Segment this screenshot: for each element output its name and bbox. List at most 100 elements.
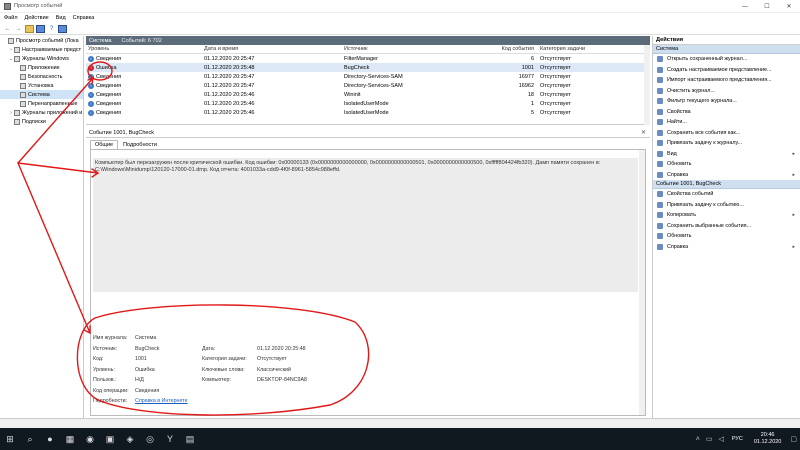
event-id-cell: 5 (530, 109, 534, 116)
action-label: Очистить журнал... (667, 87, 715, 94)
action-item[interactable]: Импорт настраиваемого представления... (653, 75, 800, 86)
table-row[interactable]: ! Ошибка 01.12.2020 20:25:48 BugCheck 1001 От… (86, 63, 650, 72)
column-task-category[interactable]: Категория задачи (538, 46, 638, 52)
search-icon[interactable]: ⌕ (20, 428, 40, 450)
task-view-icon[interactable]: ▦ (60, 428, 80, 450)
action-item[interactable]: Найти... (653, 117, 800, 128)
tree-item[interactable]: Установка (0, 81, 83, 90)
datetime-cell: 01.12.2020 20:25:47 (204, 73, 255, 80)
category-cell: Отсутствует (540, 82, 571, 89)
category-cell: Отсутствует (540, 55, 571, 62)
action-item[interactable]: Свойства (653, 107, 800, 118)
column-datetime[interactable]: Дата и время (202, 46, 342, 52)
close-detail-button[interactable]: ✕ (641, 129, 646, 136)
actions-section-system[interactable]: Система (653, 45, 800, 54)
tree-item-label: Подписки (22, 118, 46, 125)
detail-scrollbar[interactable] (639, 150, 645, 415)
table-row[interactable]: i Сведения 01.12.2020 20:25:46 IsolatedUser… (86, 99, 650, 108)
tree-item-label: Просмотр событий (Лока (16, 37, 79, 44)
action-item[interactable]: Открыть сохраненный журнал... (653, 54, 800, 65)
action-item[interactable]: Привязать задачу к журналу... (653, 138, 800, 149)
action-item[interactable]: Очистить журнал... (653, 86, 800, 97)
action-item[interactable]: Обновить (653, 159, 800, 170)
online-help-link[interactable]: Справка в Интернете (135, 398, 225, 404)
notifications-icon[interactable]: ▢ (790, 435, 797, 443)
info-icon: i (88, 55, 94, 62)
action-label: Найти... (667, 119, 687, 126)
table-row[interactable]: i Сведения 01.12.2020 20:25:47 Directory-Se… (86, 72, 650, 81)
opera-icon[interactable]: ◎ (140, 428, 160, 450)
store-icon[interactable]: ◈ (120, 428, 140, 450)
tree-item[interactable]: Просмотр событий (Лока (0, 36, 83, 45)
clock[interactable]: 20:46 01.12.2020 (754, 432, 782, 446)
tree-item[interactable]: › Настраиваемые предст (0, 45, 83, 54)
column-event-id[interactable]: Код события (458, 46, 538, 52)
tree-item[interactable]: › Журналы приложений и (0, 108, 83, 117)
forward-arrow-icon[interactable]: → (14, 25, 23, 33)
event-viewer-taskbar-icon[interactable]: ▤ (180, 428, 200, 450)
chevron-up-icon[interactable]: ˄ (696, 436, 700, 443)
event-detail-header: Событие 1001, BugCheck ✕ (86, 129, 650, 138)
actions-section-event[interactable]: Событие 1001, BugCheck (653, 180, 800, 189)
tab-general[interactable]: Общие (90, 140, 119, 149)
yandex-browser-icon[interactable]: Y (160, 428, 180, 450)
source-cell: IsolatedUserMode (344, 109, 389, 116)
maximize-button[interactable]: ☐ (756, 0, 778, 13)
input-language[interactable]: РУС (732, 436, 743, 442)
tree-item[interactable]: ⌄ Журналы Windows (0, 54, 83, 63)
tree-item[interactable]: Подписки (0, 117, 83, 126)
tree-item[interactable]: Безопасность (0, 72, 83, 81)
table-row[interactable]: i Сведения 01.12.2020 20:25:46 IsolatedUser… (86, 108, 650, 117)
volume-icon[interactable]: ◁ (718, 435, 723, 443)
action-item[interactable]: Вид ▸ (653, 149, 800, 160)
assistant-icon[interactable]: ● (40, 428, 60, 450)
action-item[interactable]: Свойства событий (653, 189, 800, 200)
action-item[interactable]: Справка ▸ (653, 170, 800, 181)
action-label: Привязать задачу к журналу... (667, 140, 743, 147)
minimize-button[interactable]: — (734, 0, 756, 13)
explorer-icon[interactable]: ▣ (100, 428, 120, 450)
column-level[interactable]: Уровень (86, 46, 202, 52)
tree-item[interactable]: Перенаправленные (0, 99, 83, 108)
menu-view[interactable]: Вид (56, 15, 66, 21)
action-item[interactable]: Сохранить все события как... (653, 128, 800, 139)
action-icon (657, 161, 663, 168)
close-window-button[interactable]: ✕ (778, 0, 800, 13)
action-item[interactable]: Обновить (653, 231, 800, 242)
tree-item[interactable]: Система (0, 90, 83, 99)
action-item[interactable]: Справка ▸ (653, 242, 800, 253)
console-tree-icon[interactable] (36, 24, 45, 33)
help-icon[interactable]: ? (47, 25, 56, 33)
level-cell: i Сведения (86, 73, 202, 80)
back-arrow-icon[interactable]: ← (3, 25, 12, 33)
action-item[interactable]: Привязать задачу к событию... (653, 200, 800, 211)
action-label: Сохранить все события как... (667, 129, 741, 136)
action-item[interactable]: Копировать ▸ (653, 210, 800, 221)
table-row[interactable]: i Сведения 01.12.2020 20:25:47 FilterManage… (86, 54, 650, 63)
folder-icon[interactable] (25, 24, 34, 33)
action-item[interactable]: Фильтр текущего журнала... (653, 96, 800, 107)
action-item[interactable]: Сохранить выбранные события... (653, 221, 800, 232)
network-icon[interactable]: ▭ (706, 435, 713, 443)
menu-action[interactable]: Действие (25, 15, 49, 21)
action-icon (657, 212, 663, 219)
show-pane-icon[interactable] (58, 24, 67, 33)
info-icon: i (88, 82, 94, 89)
edge-browser-icon[interactable]: ◉ (80, 428, 100, 450)
table-row[interactable]: i Сведения 01.12.2020 20:25:46 Wininit 18 Отс… (86, 90, 650, 99)
event-id-cell: 1001 (521, 64, 534, 71)
table-row[interactable]: i Сведения 01.12.2020 20:25:47 Directory-Se… (86, 81, 650, 90)
user-value: Н/Д (135, 377, 144, 384)
menu-file[interactable]: Файл (4, 15, 18, 21)
events-scrollbar[interactable] (644, 45, 650, 125)
log-header: Система Событий: 6 702 (86, 36, 650, 45)
column-source[interactable]: Источник (342, 46, 458, 52)
event-viewer-app-icon (4, 2, 11, 10)
tree-item[interactable]: Приложение (0, 63, 83, 72)
start-windows-icon[interactable]: ⊞ (0, 428, 20, 450)
action-label: Справка (667, 243, 689, 250)
action-item[interactable]: Создать настраиваемое представление... (653, 65, 800, 76)
action-label: Вид (667, 150, 677, 157)
menu-help[interactable]: Справка (73, 15, 95, 21)
tab-details[interactable]: Подробности (118, 140, 162, 149)
